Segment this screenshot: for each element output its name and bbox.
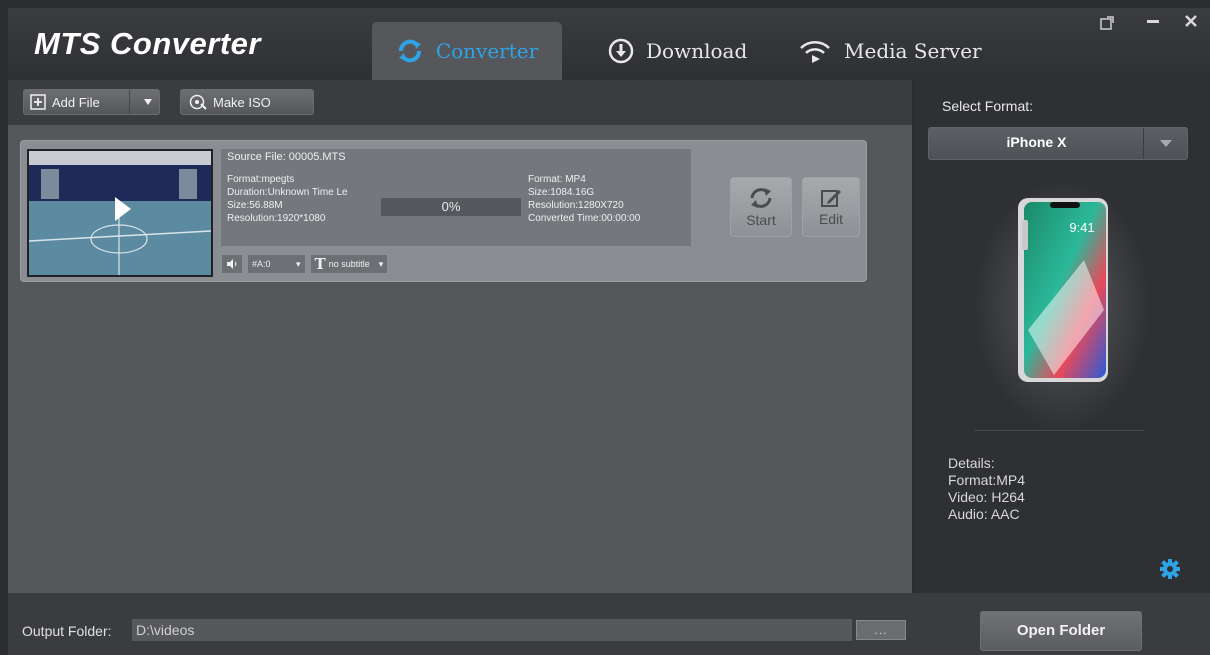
- source-duration: Duration:Unknown Time Le: [227, 187, 348, 198]
- refresh-icon: [750, 188, 772, 208]
- output-resolution: Resolution:1280X720: [528, 200, 624, 211]
- progress-bar: 0%: [381, 198, 521, 216]
- tab-media-server[interactable]: Media Server: [798, 22, 982, 80]
- wifi-icon: [800, 41, 830, 63]
- minimize-icon[interactable]: [1146, 12, 1160, 33]
- bottom-bar: Output Folder: D:\videos ... Open Folder: [8, 593, 1210, 655]
- add-file-button[interactable]: Add File: [23, 89, 160, 115]
- subtitle-select[interactable]: T no subtitle ▾: [309, 254, 389, 274]
- source-size: Size:56.88M: [227, 200, 283, 211]
- start-label: Start: [746, 212, 776, 228]
- refresh-icon: [398, 39, 421, 63]
- add-file-icon: [30, 94, 46, 110]
- add-file-label: Add File: [52, 94, 100, 110]
- edit-button[interactable]: Edit: [802, 177, 860, 237]
- tab-download-label: Download: [646, 39, 748, 63]
- start-button[interactable]: Start: [730, 177, 792, 237]
- subtitle-label: no subtitle: [328, 259, 370, 269]
- external-icon[interactable]: [1100, 14, 1114, 35]
- format-details: Details: Format:MP4 Video: H264 Audio: A…: [948, 455, 1025, 523]
- phone-time: 9:41: [1069, 220, 1095, 235]
- add-file-dropdown[interactable]: [136, 98, 159, 106]
- audio-track-select[interactable]: #A:0 ▾: [247, 254, 306, 274]
- format-panel: Select Format: iPhone X 9:41 Details: Fo…: [914, 80, 1210, 593]
- source-resolution: Resolution:1920*1080: [227, 213, 326, 224]
- details-video: Video: H264: [948, 489, 1025, 505]
- output-folder-label: Output Folder:: [22, 623, 112, 639]
- make-iso-button[interactable]: Make ISO: [180, 89, 314, 115]
- tab-download[interactable]: Download: [608, 22, 747, 80]
- chevron-down-icon: ▾: [296, 258, 301, 269]
- file-info-panel: Source File: 00005.MTS Format:mpegts Dur…: [221, 149, 691, 246]
- source-file: Source File: 00005.MTS: [227, 151, 346, 163]
- volume-icon[interactable]: [221, 254, 243, 274]
- add-file-main[interactable]: Add File: [24, 90, 131, 114]
- tab-converter[interactable]: Converter: [372, 22, 562, 80]
- chevron-down-icon: [143, 99, 152, 105]
- tab-converter-label: Converter: [435, 39, 539, 63]
- text-icon: T: [314, 255, 326, 273]
- title-bar: MTS Converter Converter Download Media S…: [8, 8, 1210, 80]
- converted-time: Converted Time:00:00:00: [528, 213, 641, 224]
- divider: [974, 430, 1144, 431]
- edit-icon: [821, 190, 841, 207]
- disc-icon: [189, 94, 207, 110]
- format-select[interactable]: iPhone X: [928, 127, 1188, 160]
- file-list-area: Source File: 00005.MTS Format:mpegts Dur…: [8, 125, 912, 593]
- phone-image: [974, 180, 1150, 430]
- gear-icon[interactable]: [1159, 558, 1181, 585]
- chevron-down-icon[interactable]: [1143, 128, 1187, 159]
- toolbar: Add File Make ISO: [8, 80, 912, 125]
- details-format: Format:MP4: [948, 472, 1026, 488]
- download-icon: [608, 38, 634, 64]
- select-format-label: Select Format:: [942, 98, 1034, 114]
- details-title: Details:: [948, 455, 995, 471]
- app-title: MTS Converter: [34, 26, 261, 61]
- progress-text: 0%: [441, 199, 461, 214]
- output-size: Size:1084.16G: [528, 187, 595, 198]
- thumbnail-image: [29, 151, 211, 275]
- tab-media-server-label: Media Server: [844, 39, 982, 63]
- open-folder-button[interactable]: Open Folder: [980, 611, 1142, 651]
- track-options: #A:0 ▾ T no subtitle ▾: [221, 254, 389, 274]
- output-format: Format: MP4: [528, 174, 586, 185]
- browse-button[interactable]: ...: [856, 620, 906, 640]
- video-thumbnail[interactable]: [27, 149, 213, 277]
- edit-label: Edit: [818, 211, 844, 227]
- details-audio: Audio: AAC: [948, 506, 1020, 522]
- file-item[interactable]: Source File: 00005.MTS Format:mpegts Dur…: [20, 140, 867, 282]
- chevron-down-icon: ▾: [378, 258, 384, 269]
- audio-track-label: #A:0: [252, 259, 271, 269]
- device-preview: 9:41: [974, 180, 1150, 430]
- selected-format: iPhone X: [1006, 134, 1067, 150]
- close-icon[interactable]: [1184, 12, 1198, 33]
- output-folder-field[interactable]: D:\videos: [132, 619, 852, 641]
- source-format: Format:mpegts: [227, 174, 295, 185]
- make-iso-label: Make ISO: [213, 94, 271, 110]
